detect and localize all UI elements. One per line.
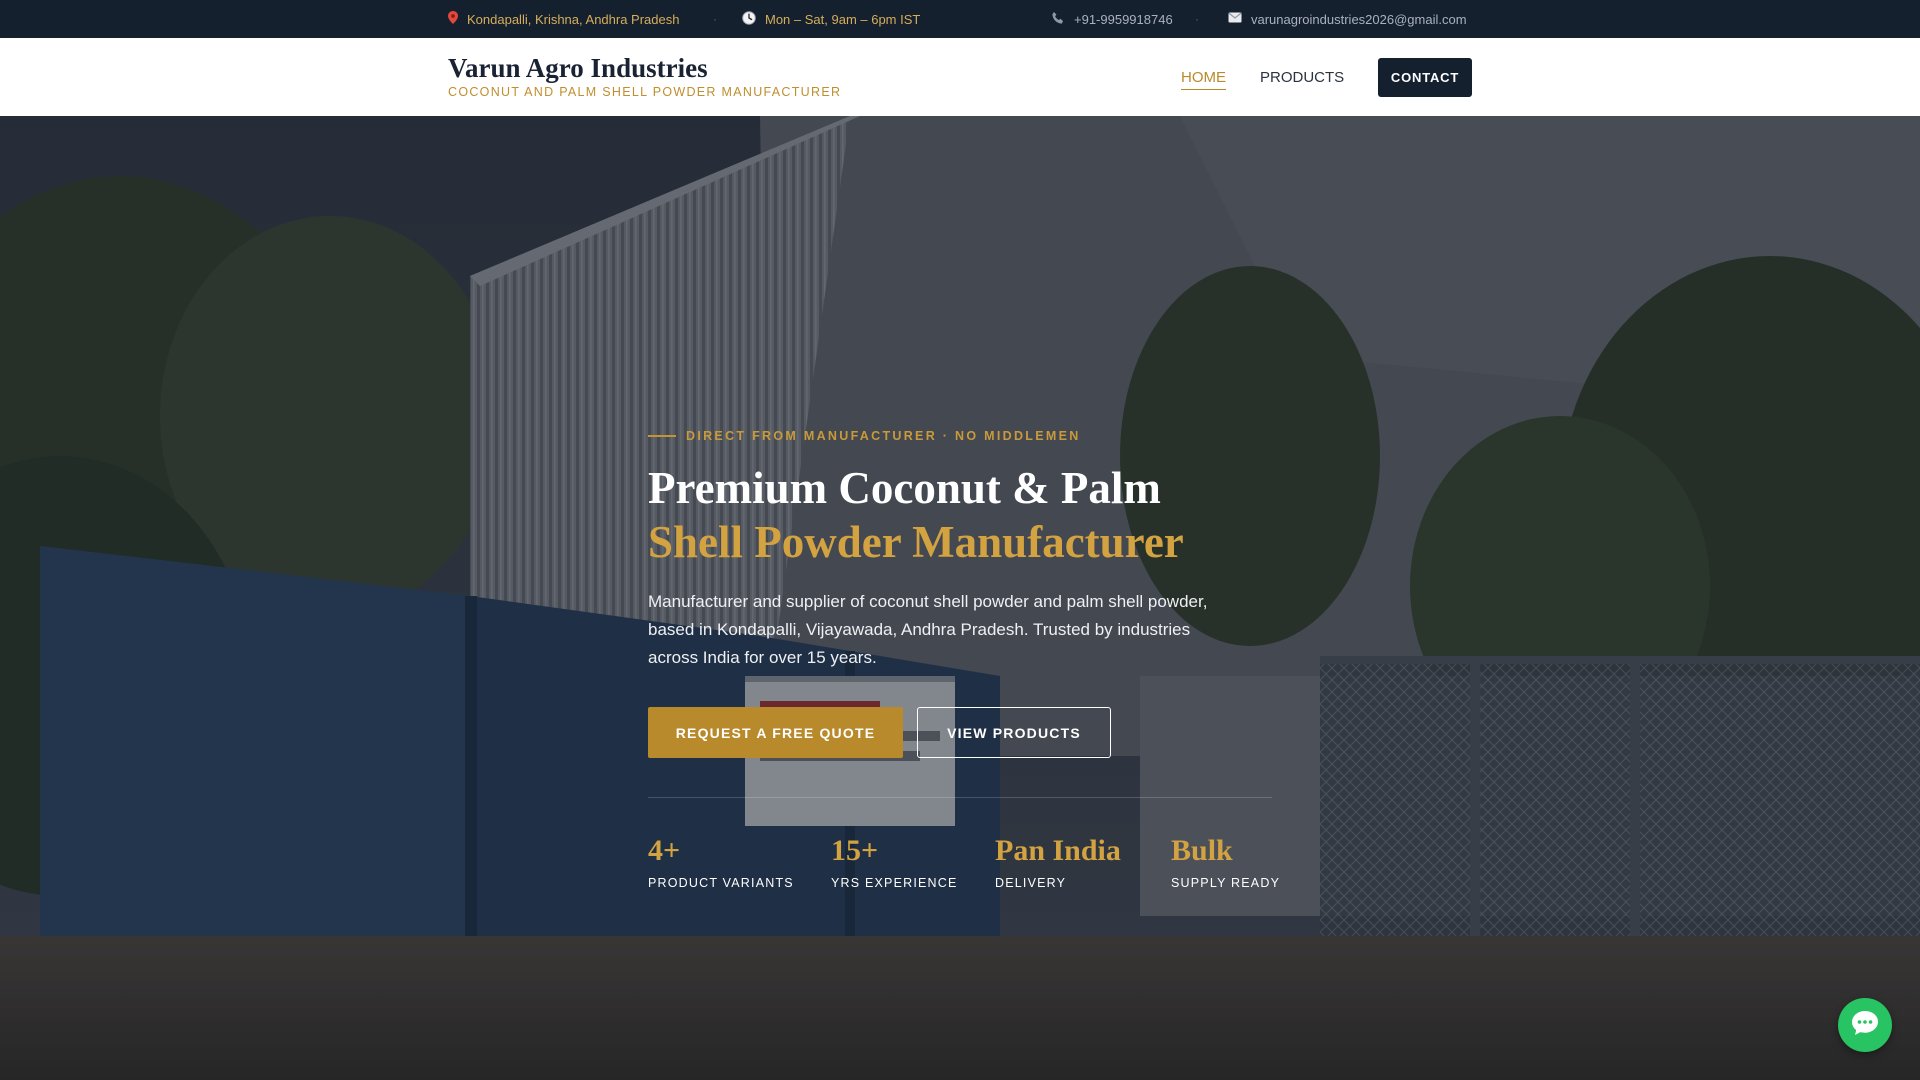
location-text: Kondapalli, Krishna, Andhra Pradesh bbox=[467, 11, 680, 27]
view-products-button[interactable]: VIEW PRODUCTS bbox=[917, 707, 1111, 758]
hero-description: Manufacturer and supplier of coconut she… bbox=[648, 592, 1208, 667]
pin-icon bbox=[448, 11, 458, 27]
stat-value: 15+ bbox=[831, 834, 879, 867]
stat-label: DELIVERY bbox=[995, 876, 1067, 890]
nav-contact-button[interactable]: CONTACT bbox=[1378, 58, 1472, 97]
hero-title-line2: Shell Powder Manufacturer bbox=[648, 517, 1184, 567]
brand-name[interactable]: Varun Agro Industries bbox=[448, 53, 708, 84]
nav-home-link[interactable]: HOME bbox=[1181, 69, 1226, 90]
stat-label: PRODUCT VARIANTS bbox=[648, 876, 794, 890]
stat-value: 4+ bbox=[648, 834, 681, 867]
brand-tagline: COCONUT AND PALM SHELL POWDER MANUFACTUR… bbox=[448, 85, 842, 99]
hero-section: DIRECT FROM MANUFACTURER · NO MIDDLEMEN … bbox=[0, 116, 1920, 1080]
eyebrow-accent-line bbox=[648, 435, 676, 437]
phone-text[interactable]: +91-9959918746 bbox=[1074, 12, 1173, 27]
phone-icon bbox=[1051, 11, 1065, 28]
phone-item[interactable]: +91-9959918746 bbox=[1051, 0, 1173, 38]
chat-widget-button[interactable] bbox=[1838, 998, 1892, 1052]
site-header: Varun Agro Industries COCONUT AND PALM S… bbox=[0, 38, 1920, 116]
email-text[interactable]: varunagroindustries2026@gmail.com bbox=[1251, 12, 1467, 27]
hours-text: Mon – Sat, 9am – 6pm IST bbox=[765, 11, 921, 27]
email-item[interactable]: varunagroindustries2026@gmail.com bbox=[1228, 0, 1467, 38]
top-info-bar: Kondapalli, Krishna, Andhra Pradesh · Mo… bbox=[0, 0, 1920, 38]
eyebrow-text: DIRECT FROM MANUFACTURER · NO MIDDLEMEN bbox=[686, 429, 1081, 443]
stat-value: Pan India bbox=[995, 834, 1121, 867]
hero-title-line1: Premium Coconut & Palm bbox=[648, 463, 1161, 513]
stats-divider bbox=[648, 797, 1272, 798]
stat-label: YRS EXPERIENCE bbox=[831, 876, 958, 890]
nav-products-link[interactable]: PRODUCTS bbox=[1260, 69, 1344, 86]
clock-icon bbox=[742, 10, 756, 28]
stat-label: SUPPLY READY bbox=[1171, 876, 1281, 890]
chat-bubble-icon bbox=[1851, 1010, 1879, 1041]
hero-eyebrow: DIRECT FROM MANUFACTURER · NO MIDDLEMEN bbox=[648, 429, 1081, 443]
request-quote-button[interactable]: REQUEST A FREE QUOTE bbox=[648, 707, 903, 758]
separator: · bbox=[1195, 12, 1199, 26]
separator: · bbox=[713, 12, 717, 26]
hours-item: Mon – Sat, 9am – 6pm IST bbox=[742, 0, 920, 38]
mail-icon bbox=[1228, 12, 1242, 26]
location-item: Kondapalli, Krishna, Andhra Pradesh bbox=[448, 0, 679, 38]
stat-value: Bulk bbox=[1171, 834, 1233, 867]
